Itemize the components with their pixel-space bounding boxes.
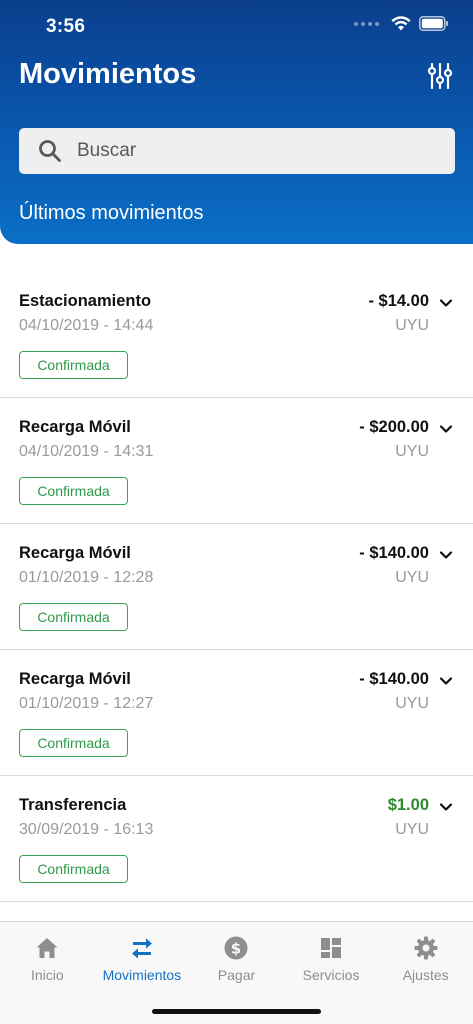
status-badge: Confirmada: [19, 351, 128, 379]
tab-label: Ajustes: [402, 967, 449, 983]
tab-servicios[interactable]: Servicios: [284, 922, 379, 992]
transaction-currency: UYU: [395, 443, 429, 460]
transaction-row[interactable]: Recarga Móvil 04/10/2019 - 14:31 - $200.…: [0, 398, 473, 524]
tab-inicio[interactable]: Inicio: [0, 922, 95, 992]
transaction-row[interactable]: Transferencia 30/09/2019 - 16:13 $1.00 U…: [0, 776, 473, 902]
battery-icon: [419, 16, 448, 31]
chevron-down-icon[interactable]: [438, 799, 454, 815]
transaction-list: Estacionamiento 04/10/2019 - 14:44 - $14…: [0, 272, 473, 902]
transaction-date: 04/10/2019 - 14:31: [19, 443, 154, 460]
transaction-date: 30/09/2019 - 16:13: [19, 821, 154, 838]
transaction-name: Recarga Móvil: [19, 670, 131, 688]
transaction-amount: - $140.00: [359, 544, 429, 562]
transaction-row[interactable]: Estacionamiento 04/10/2019 - 14:44 - $14…: [0, 272, 473, 398]
svg-text:$: $: [231, 940, 241, 958]
status-icons: [354, 16, 449, 31]
chevron-down-icon[interactable]: [438, 673, 454, 689]
tab-label: Inicio: [30, 967, 64, 983]
section-title: Últimos movimientos: [19, 202, 204, 224]
tab-label: Movimientos: [102, 967, 182, 983]
transaction-name: Recarga Móvil: [19, 544, 131, 562]
page-title: Movimientos: [19, 58, 197, 90]
dollar-circle-icon: $: [224, 936, 248, 960]
transaction-name: Transferencia: [19, 796, 127, 814]
status-badge: Confirmada: [19, 477, 128, 505]
status-time: 3:56: [46, 16, 86, 37]
transaction-date: 01/10/2019 - 12:28: [19, 569, 154, 586]
transfer-arrows-icon: [131, 938, 152, 959]
chevron-down-icon[interactable]: [438, 295, 454, 311]
transaction-currency: UYU: [395, 569, 429, 586]
status-badge: Confirmada: [19, 855, 128, 883]
tab-pagar[interactable]: $ Pagar: [189, 922, 284, 992]
tab-movimientos[interactable]: Movimientos: [95, 922, 190, 992]
search-bar[interactable]: [19, 128, 455, 174]
signal-icon: [354, 21, 379, 26]
transaction-row[interactable]: Recarga Móvil 01/10/2019 - 12:28 - $140.…: [0, 524, 473, 650]
search-input[interactable]: [77, 140, 417, 162]
tab-ajustes[interactable]: Ajustes: [378, 922, 473, 992]
chevron-down-icon[interactable]: [438, 421, 454, 437]
transaction-name: Recarga Móvil: [19, 418, 131, 436]
tab-bar: Inicio Movimientos $ Pagar Servicios Aju…: [0, 921, 473, 1024]
chevron-down-icon[interactable]: [438, 547, 454, 563]
transaction-date: 04/10/2019 - 14:44: [19, 317, 154, 334]
transaction-amount: - $140.00: [359, 670, 429, 688]
tab-label: Pagar: [217, 967, 256, 983]
header: 3:56 Movimientos Buscar Últimos movimien…: [0, 0, 473, 244]
status-bar: 3:56: [0, 0, 473, 52]
transaction-name: Estacionamiento: [19, 292, 152, 310]
transaction-currency: UYU: [395, 821, 429, 838]
wifi-icon: [391, 16, 411, 31]
dashboard-icon: [321, 938, 342, 958]
search-icon: [39, 140, 61, 162]
transaction-currency: UYU: [395, 695, 429, 712]
transaction-row[interactable]: Recarga Móvil 01/10/2019 - 12:27 - $140.…: [0, 650, 473, 776]
sliders-icon: [427, 62, 453, 90]
transaction-date: 01/10/2019 - 12:27: [19, 695, 154, 712]
transaction-amount: $1.00: [387, 796, 429, 814]
home-icon: [36, 938, 58, 958]
transaction-amount: - $200.00: [359, 418, 429, 436]
home-indicator: [152, 1009, 321, 1014]
status-badge: Confirmada: [19, 603, 128, 631]
status-badge: Confirmada: [19, 729, 128, 757]
transaction-amount: - $14.00: [368, 292, 429, 310]
filter-button[interactable]: [427, 62, 453, 90]
tab-label: Servicios: [302, 967, 360, 983]
transaction-currency: UYU: [395, 317, 429, 334]
gear-icon: [414, 936, 438, 960]
